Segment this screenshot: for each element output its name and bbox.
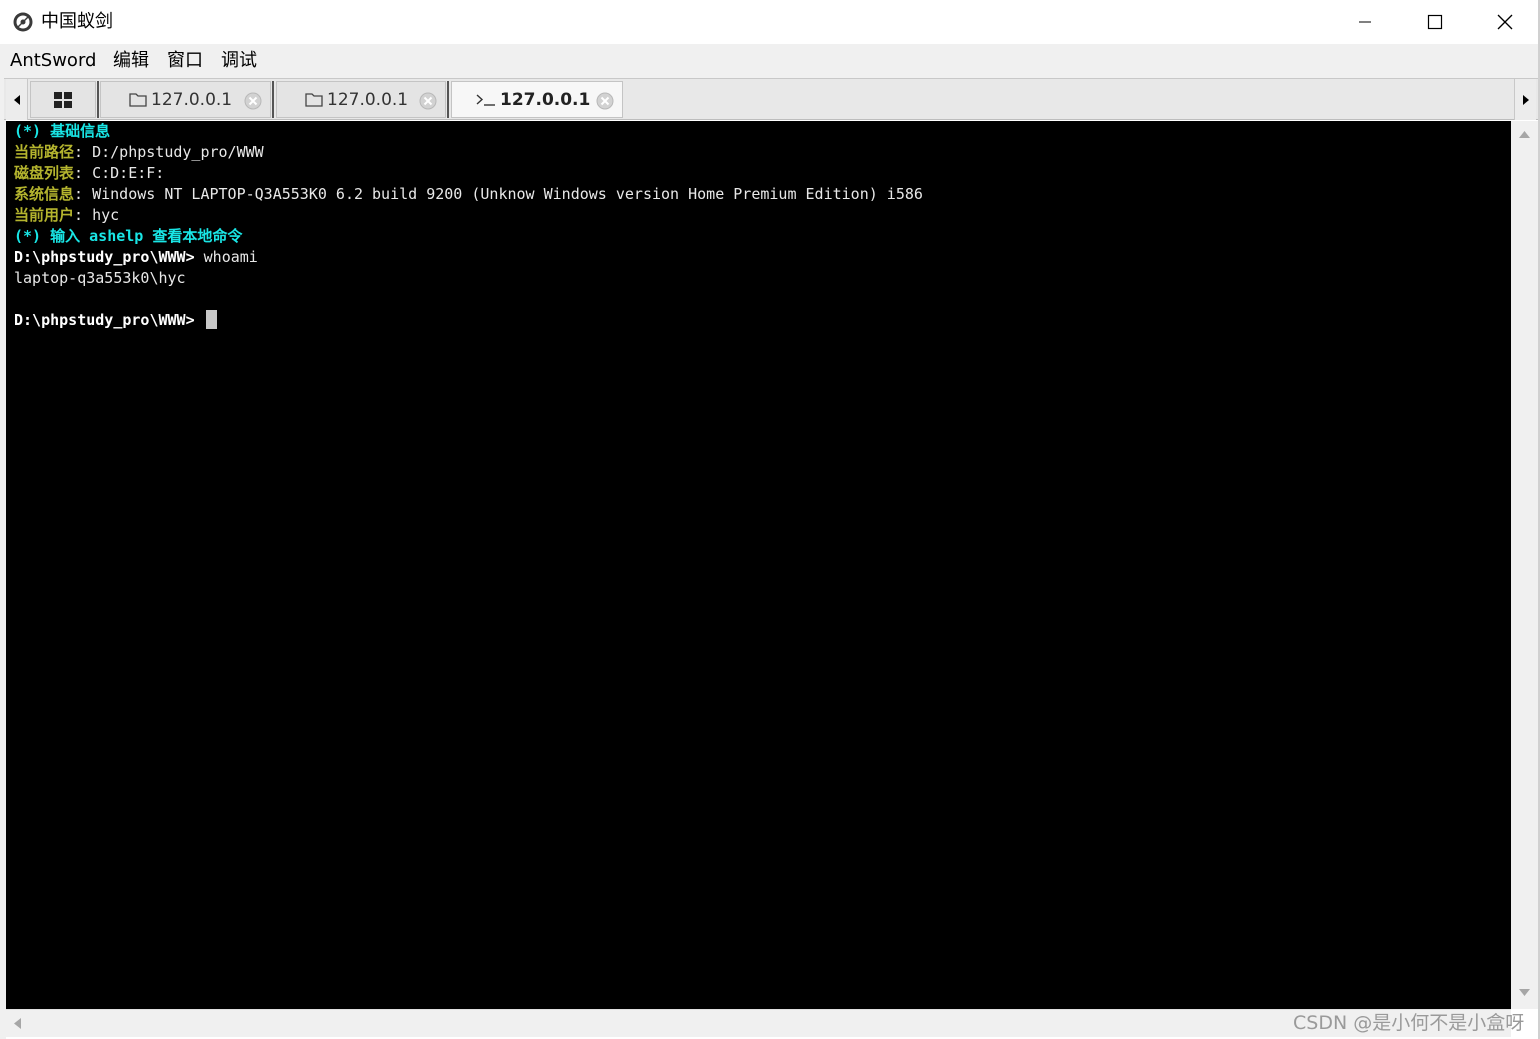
tab-label: 127.0.0.1 [151,89,233,110]
grid-icon [54,91,72,108]
tab-label: 127.0.0.1 [500,89,591,110]
row-label: 当前用户 [14,206,75,224]
tab-bar: 127.0.0.1 127.0.0.1 127.0.0.1 [4,78,1538,120]
menu-edit[interactable]: 编辑 [113,50,149,72]
folder-icon [129,92,147,107]
maximize-button[interactable] [1400,0,1470,44]
tab-file-manager-2[interactable]: 127.0.0.1 [276,81,446,118]
terminal-info-header: (*) 基础信息 [14,122,111,140]
triangle-left-icon [13,94,20,105]
menu-debug[interactable]: 调试 [221,50,257,72]
tab-close-icon[interactable] [244,92,262,110]
row-colon: : [74,206,84,224]
tab-home-grid[interactable] [30,81,96,118]
help-suffix: 查看本地命令 [143,227,243,245]
terminal-input-line[interactable]: D:\phpstudy_pro\WWW> [14,310,217,331]
tab-scroll-right-button[interactable] [1514,79,1536,120]
tab-file-manager-1[interactable]: 127.0.0.1 [100,81,271,118]
menu-window[interactable]: 窗口 [167,50,203,72]
window-title: 中国蚁剑 [41,11,113,32]
row-value: D:/phpstudy_pro/WWW [83,143,264,161]
scroll-up-icon[interactable] [1519,131,1530,138]
terminal-icon [476,92,496,107]
terminal-command-line: D:\phpstudy_pro\WWW> whoami [14,247,258,268]
menu-bar: AntSword 编辑 窗口 调试 [0,44,1540,78]
terminal-prompt: D:\phpstudy_pro\WWW> [14,311,195,329]
row-value: hyc [83,206,120,224]
terminal-prompt: D:\phpstudy_pro\WWW> [14,248,195,266]
terminal-output[interactable]: (*) 基础信息 当前路径: D:/phpstudy_pro/WWW 磁盘列表:… [6,121,1511,1009]
terminal-command-output: laptop-q3a553k0\hyc [14,269,186,287]
terminal-cursor[interactable] [205,310,217,329]
terminal-row-system: 系统信息: Windows NT LAPTOP-Q3A553K0 6.2 bui… [14,184,923,205]
minimize-button[interactable] [1330,0,1400,44]
row-colon: : [74,164,84,182]
watermark: CSDN @是小何不是小盒呀 [1293,1012,1525,1034]
triangle-right-icon [1522,94,1529,105]
help-command: ashelp [89,227,144,245]
terminal-help-hint: (*) 输入 ashelp 查看本地命令 [14,226,242,247]
scroll-left-icon[interactable] [14,1018,21,1029]
tab-separator [97,81,99,118]
row-label: 磁盘列表 [14,164,75,182]
row-colon: : [74,143,84,161]
antsword-logo-icon [12,11,34,33]
row-label: 当前路径 [14,143,75,161]
vertical-scrollbar[interactable] [1511,121,1538,1009]
tab-close-icon[interactable] [596,92,614,110]
tab-scroll-left-button[interactable] [6,79,28,120]
folder-icon [305,92,323,107]
row-value: C:D:E:F: [83,164,165,182]
tab-separator [272,81,274,118]
tab-label: 127.0.0.1 [327,89,409,110]
row-label: 系统信息 [14,185,75,203]
menu-antsword[interactable]: AntSword [10,50,96,72]
terminal-row-user: 当前用户: hyc [14,205,119,226]
title-bar[interactable]: 中国蚁剑 [0,0,1540,44]
tab-terminal-active[interactable]: 127.0.0.1 [451,81,623,118]
help-prefix: (*) 输入 [14,227,90,245]
horizontal-scrollbar[interactable] [6,1009,1511,1037]
close-button[interactable] [1470,0,1540,44]
row-value: Windows NT LAPTOP-Q3A553K0 6.2 build 920… [83,185,923,203]
terminal-command: whoami [194,248,258,266]
row-colon: : [74,185,84,203]
scroll-down-icon[interactable] [1519,989,1530,996]
terminal-row-disks: 磁盘列表: C:D:E:F: [14,163,164,184]
tab-separator [447,81,449,118]
terminal-row-path: 当前路径: D:/phpstudy_pro/WWW [14,142,264,163]
tab-close-icon[interactable] [419,92,437,110]
